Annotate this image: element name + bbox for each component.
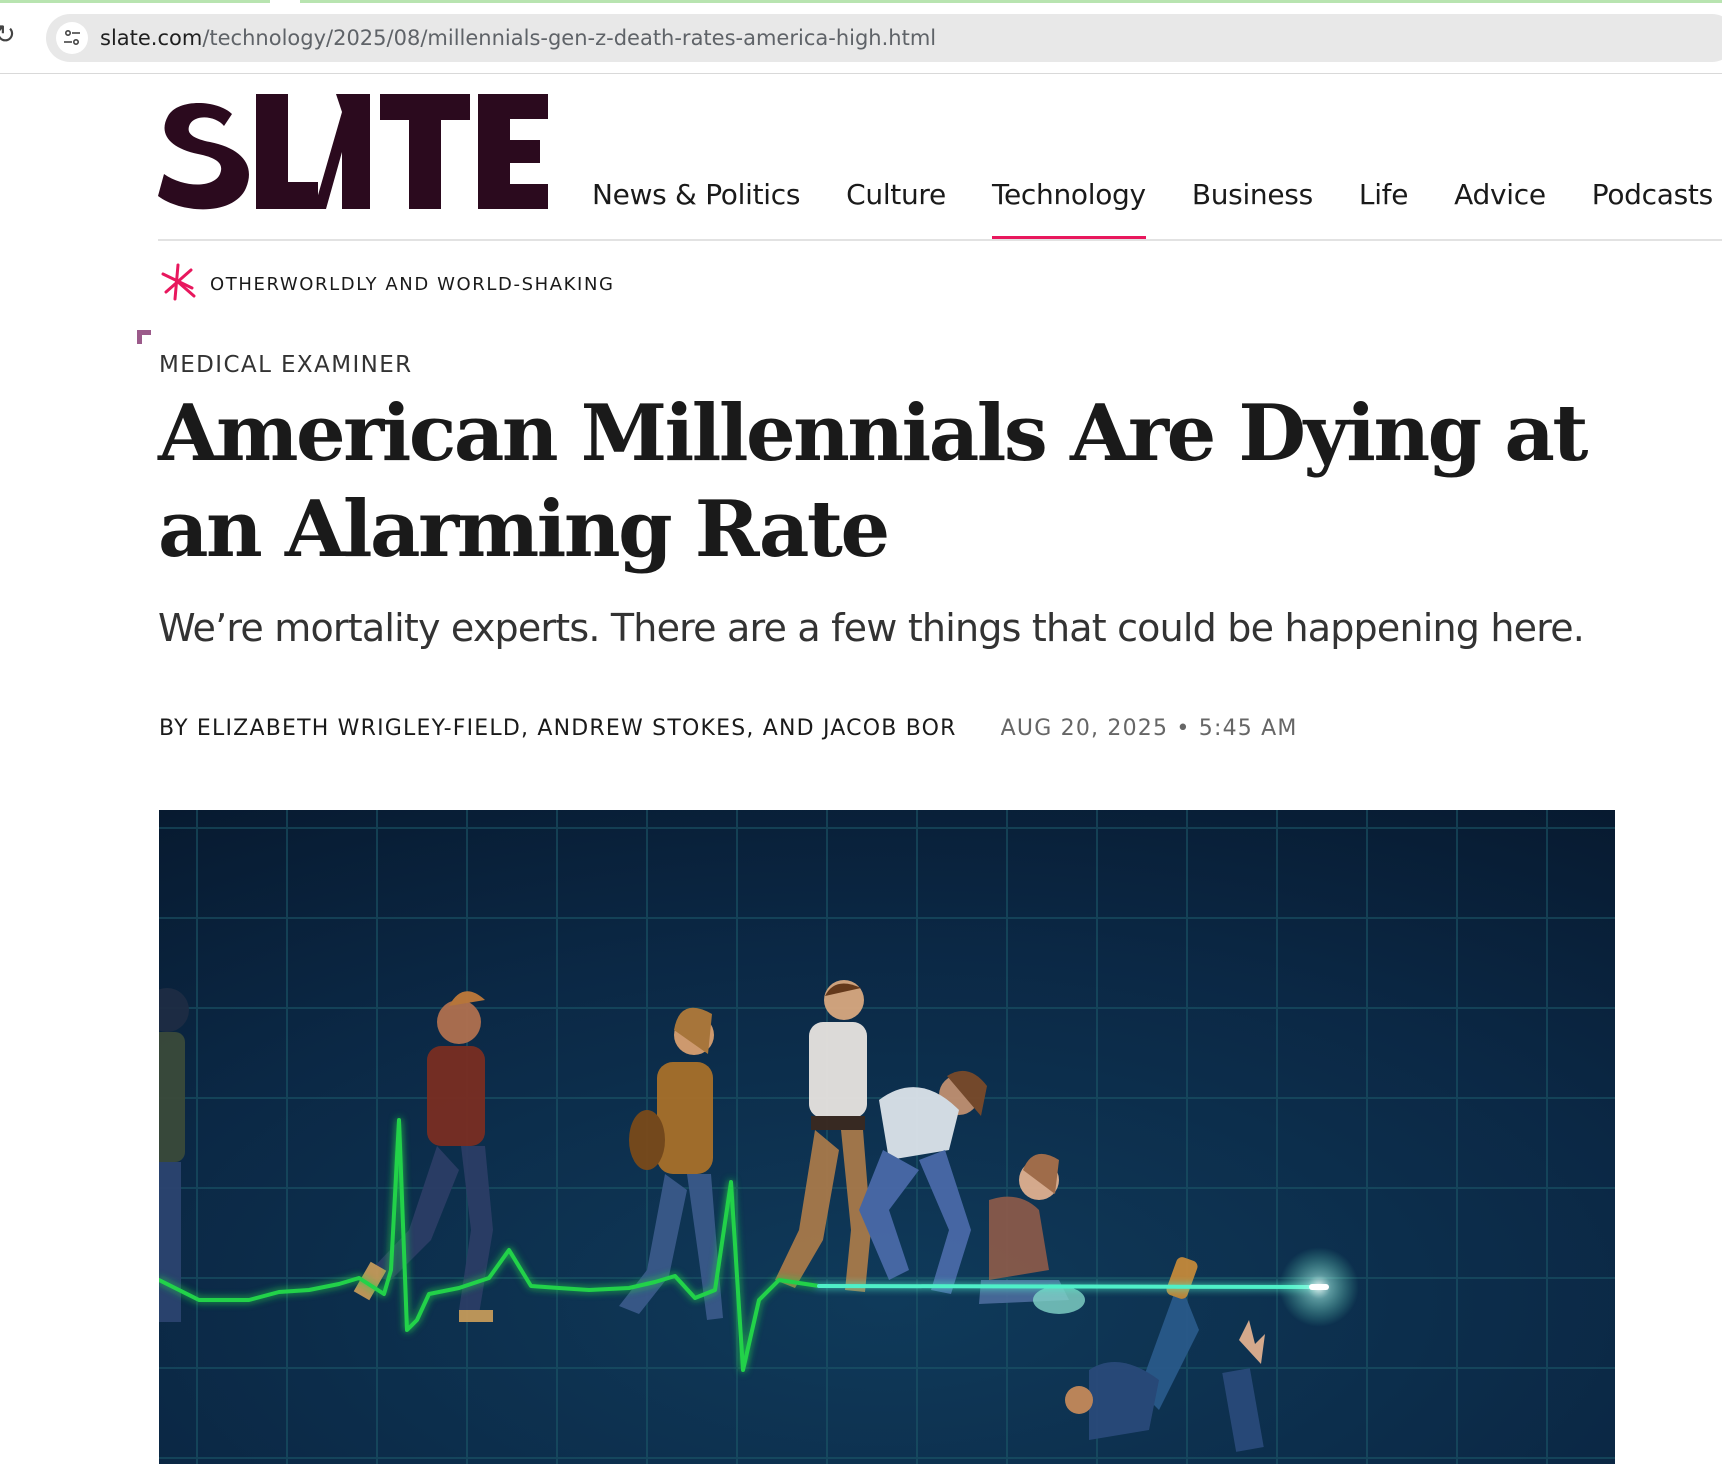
hero-illustration[interactable] xyxy=(159,810,1615,1464)
reload-icon[interactable]: ↻ xyxy=(0,22,20,48)
byline-row: BY ELIZABETH WRIGLEY-FIELD, ANDREW STOKE… xyxy=(159,716,1298,741)
headline-line-2: an Alarming Rate xyxy=(158,484,890,575)
nav-item-news-politics[interactable]: News & Politics xyxy=(592,178,800,228)
url-domain: slate.com xyxy=(100,26,203,50)
dateline: AUG 20, 2025 • 5:45 AM xyxy=(1000,716,1298,741)
nav-item-life[interactable]: Life xyxy=(1359,178,1409,228)
slate-logo[interactable] xyxy=(158,92,548,214)
corner-bracket-icon xyxy=(137,330,151,344)
byline[interactable]: BY ELIZABETH WRIGLEY-FIELD, ANDREW STOKE… xyxy=(159,716,957,741)
headline-line-1: American Millennials Are Dying at xyxy=(158,388,1588,479)
url-text[interactable]: slate.com/technology/2025/08/millennials… xyxy=(100,26,936,50)
article-dek: We’re mortality experts. There are a few… xyxy=(158,606,1585,650)
nav-item-culture[interactable]: Culture xyxy=(846,178,946,228)
site-info-icon[interactable] xyxy=(56,22,88,54)
nav-item-advice[interactable]: Advice xyxy=(1454,178,1546,228)
tab-strip-accent xyxy=(0,0,1722,4)
asterisk-star-icon xyxy=(158,262,198,307)
address-bar[interactable]: slate.com/technology/2025/08/millennials… xyxy=(46,14,1722,62)
section-kicker[interactable]: MEDICAL EXAMINER xyxy=(159,352,413,378)
nav-item-business[interactable]: Business xyxy=(1192,178,1313,228)
browser-chrome: ↻ slate.com/technology/2025/08/millennia… xyxy=(0,0,1722,74)
header-divider xyxy=(158,239,1722,241)
nav-item-technology[interactable]: Technology xyxy=(991,178,1146,240)
article-headline: American Millennials Are Dying at an Alar… xyxy=(158,386,1638,578)
series-tag[interactable]: OTHERWORLDLY AND WORLD-SHAKING xyxy=(158,262,615,307)
url-path: /technology/2025/08/millennials-gen-z-de… xyxy=(202,26,937,50)
series-label: OTHERWORLDLY AND WORLD-SHAKING xyxy=(210,273,615,295)
main-nav: News & Politics Culture Technology Busin… xyxy=(592,178,1722,240)
publish-time: 5:45 AM xyxy=(1198,716,1298,741)
publish-date: AUG 20, 2025 xyxy=(1000,716,1169,741)
nav-item-podcasts[interactable]: Podcasts xyxy=(1592,178,1713,228)
